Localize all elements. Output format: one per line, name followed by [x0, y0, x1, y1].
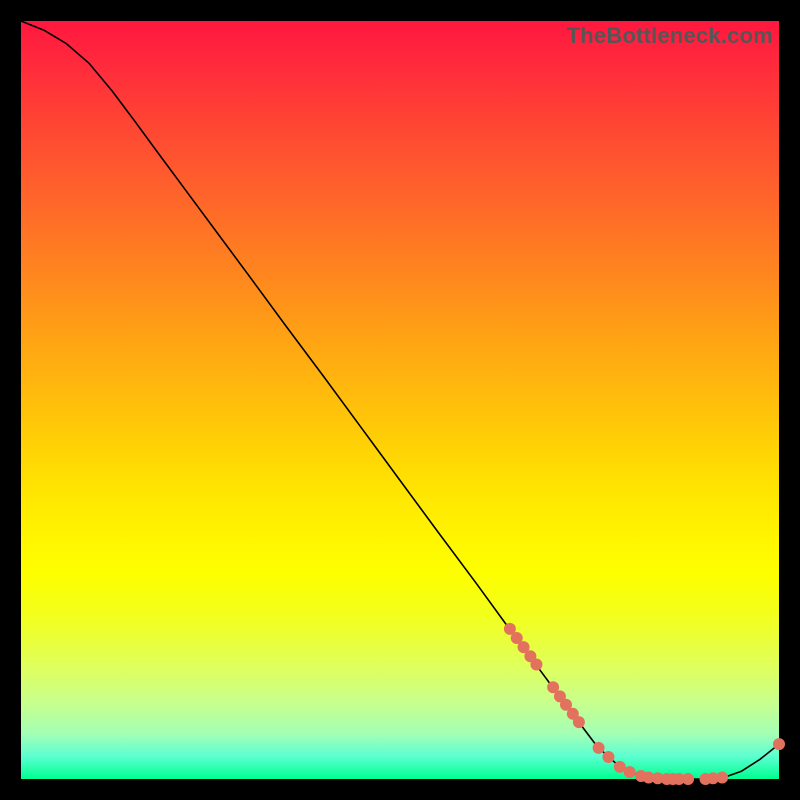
- data-marker: [573, 716, 585, 728]
- data-marker: [593, 742, 605, 754]
- data-marker: [773, 738, 785, 750]
- plot-area: TheBottleneck.com: [21, 21, 779, 779]
- data-marker: [682, 773, 694, 785]
- marker-group: [504, 623, 785, 785]
- data-marker: [602, 751, 614, 763]
- chart-svg: [21, 21, 779, 779]
- chart-frame: TheBottleneck.com: [0, 0, 800, 800]
- data-marker: [716, 771, 728, 783]
- data-marker: [530, 659, 542, 671]
- data-marker: [624, 766, 636, 778]
- line-series: [21, 21, 779, 779]
